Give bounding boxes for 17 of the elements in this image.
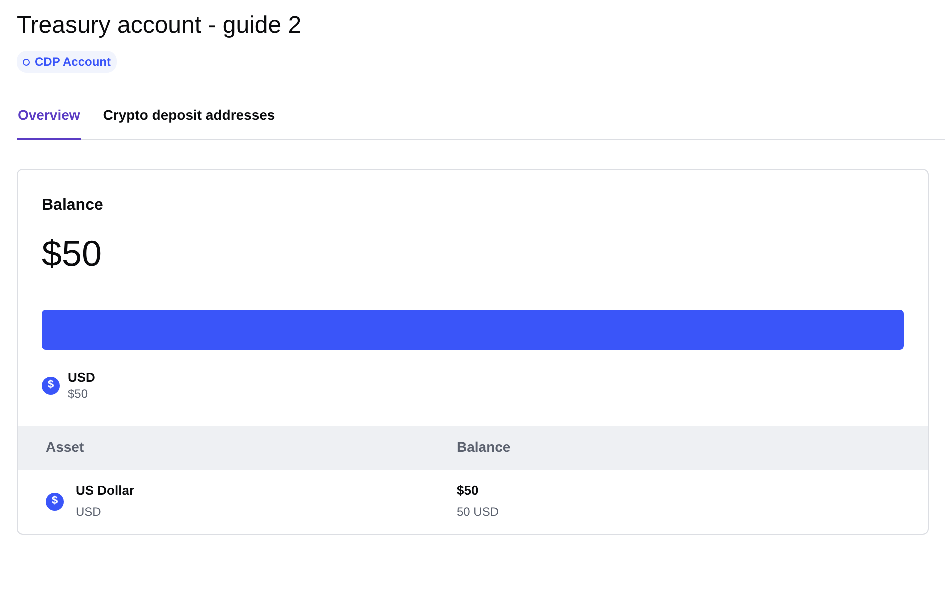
page-title: Treasury account - guide 2: [17, 11, 303, 41]
asset-code: USD: [76, 504, 102, 520]
circle-icon: [23, 58, 30, 66]
balance-amount: $50: [42, 232, 104, 276]
asset-name: USD: [68, 370, 96, 386]
tab[interactable]: Crypto deposit addresses: [102, 98, 276, 140]
balance-value: $50: [457, 483, 480, 499]
asset-name: US Dollar: [76, 483, 135, 499]
column-header: Asset: [45, 438, 86, 457]
dollar-coin-icon: $: [42, 376, 60, 394]
account-badge: CDP Account: [17, 51, 118, 73]
asset-amount: $50: [68, 386, 90, 402]
column-header: Balance: [457, 438, 511, 457]
dollar-coin-icon: $: [46, 492, 64, 510]
tab[interactable]: Overview: [17, 98, 82, 140]
balance-units: 50 USD: [457, 504, 500, 520]
section-title: Balance: [42, 196, 104, 216]
